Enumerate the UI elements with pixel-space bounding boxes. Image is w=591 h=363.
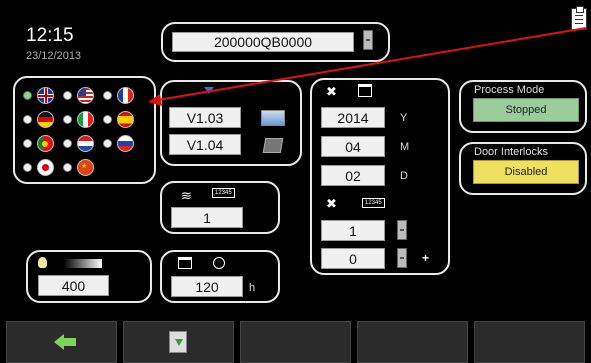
- maintenance-counter-field[interactable]: 1: [321, 220, 385, 241]
- tools-icon-2: ✖: [326, 196, 337, 211]
- brightness-gradient-icon: [64, 259, 102, 268]
- language-radio-nl[interactable]: [63, 139, 72, 148]
- sd-card-icon-2: [397, 220, 407, 240]
- lightbulb-icon: [38, 257, 47, 268]
- counter-icon-2: 12345: [362, 198, 385, 208]
- language-radio-fr[interactable]: [103, 91, 112, 100]
- language-radio-cn[interactable]: [63, 163, 72, 172]
- firmware-version-primary: V1.03: [169, 107, 241, 128]
- tools-icon: ✖: [326, 84, 337, 99]
- sd-card-icon-3: [397, 248, 407, 268]
- japan-flag-icon[interactable]: [37, 159, 54, 176]
- door-interlocks-status-button[interactable]: Disabled: [473, 160, 579, 184]
- toolbar-save-button[interactable]: [123, 321, 234, 363]
- clock-time: 12:15: [26, 25, 74, 46]
- timer-field[interactable]: 120: [171, 276, 243, 297]
- language-radio-it[interactable]: [63, 115, 72, 124]
- counter-field[interactable]: 1: [171, 207, 243, 228]
- language-radio-de[interactable]: [23, 115, 32, 124]
- uk-flag-icon[interactable]: [37, 87, 54, 104]
- toolbar-back-button[interactable]: [6, 321, 117, 363]
- russia-flag-icon[interactable]: [117, 135, 134, 152]
- door-interlocks-panel: Door Interlocks Disabled: [459, 142, 587, 195]
- brightness-field[interactable]: 400: [38, 275, 109, 296]
- toolbar-button-3[interactable]: [240, 321, 351, 363]
- counter-icon: 12345: [212, 188, 235, 198]
- firmware-version-secondary: V1.04: [169, 134, 241, 155]
- language-panel: ★: [13, 76, 156, 184]
- clock-icon: [213, 257, 225, 269]
- counter-panel: ≋ 12345 1: [160, 181, 280, 234]
- serial-field[interactable]: 200000QB0000: [172, 32, 354, 52]
- save-download-icon: [169, 331, 187, 353]
- portugal-flag-icon[interactable]: [37, 135, 54, 152]
- sd-card-icon: [363, 30, 373, 50]
- china-flag-icon[interactable]: ★: [77, 159, 94, 176]
- month-field[interactable]: 04: [321, 136, 385, 157]
- language-radio-ru[interactable]: [103, 139, 112, 148]
- month-unit: M: [400, 141, 410, 153]
- language-radio-uk[interactable]: [23, 91, 32, 100]
- brightness-panel: 400: [26, 250, 152, 303]
- plus-label: +: [422, 251, 430, 265]
- maintenance-counter-field-2[interactable]: 0: [321, 248, 385, 269]
- clock-date: 23/12/2013: [26, 50, 82, 62]
- process-mode-label: Process Mode: [474, 84, 545, 96]
- language-radio-pt[interactable]: [23, 139, 32, 148]
- calendar-icon: [358, 84, 372, 97]
- serial-panel: 200000QB0000: [161, 22, 390, 62]
- door-interlocks-label: Door Interlocks: [474, 146, 548, 158]
- france-flag-icon[interactable]: [117, 87, 134, 104]
- monitor-icon: [261, 110, 285, 126]
- process-mode-status-button[interactable]: Stopped: [473, 98, 579, 122]
- language-radio-us[interactable]: [63, 91, 72, 100]
- toolbar-button-5[interactable]: [474, 321, 585, 363]
- day-unit: D: [400, 170, 408, 182]
- day-field[interactable]: 02: [321, 165, 385, 186]
- spain-flag-icon[interactable]: [117, 111, 134, 128]
- arrow-left-icon: [54, 334, 64, 350]
- us-flag-icon[interactable]: [77, 87, 94, 104]
- year-unit: Y: [400, 112, 408, 124]
- firmware-panel: V1.03 V1.04: [160, 80, 302, 166]
- calendar-icon-2: [178, 257, 192, 269]
- arrow-down-icon: [204, 87, 214, 94]
- language-radio-es[interactable]: [103, 115, 112, 124]
- timer-panel: 120 h: [160, 250, 280, 303]
- process-mode-panel: Process Mode Stopped: [459, 80, 587, 133]
- clipboard-icon[interactable]: [571, 6, 587, 30]
- netherlands-flag-icon[interactable]: [77, 135, 94, 152]
- toolbar-button-4[interactable]: [357, 321, 468, 363]
- germany-flag-icon[interactable]: [37, 111, 54, 128]
- date-panel: ✖ 2014 Y 04 M 02 D ✖ 12345 1 0 +: [310, 78, 450, 275]
- year-field[interactable]: 2014: [321, 107, 385, 128]
- timer-unit: h: [249, 282, 256, 294]
- chip-icon: [262, 138, 284, 153]
- language-radio-jp[interactable]: [23, 163, 32, 172]
- fan-icon: ≋: [181, 188, 192, 203]
- italy-flag-icon[interactable]: [77, 111, 94, 128]
